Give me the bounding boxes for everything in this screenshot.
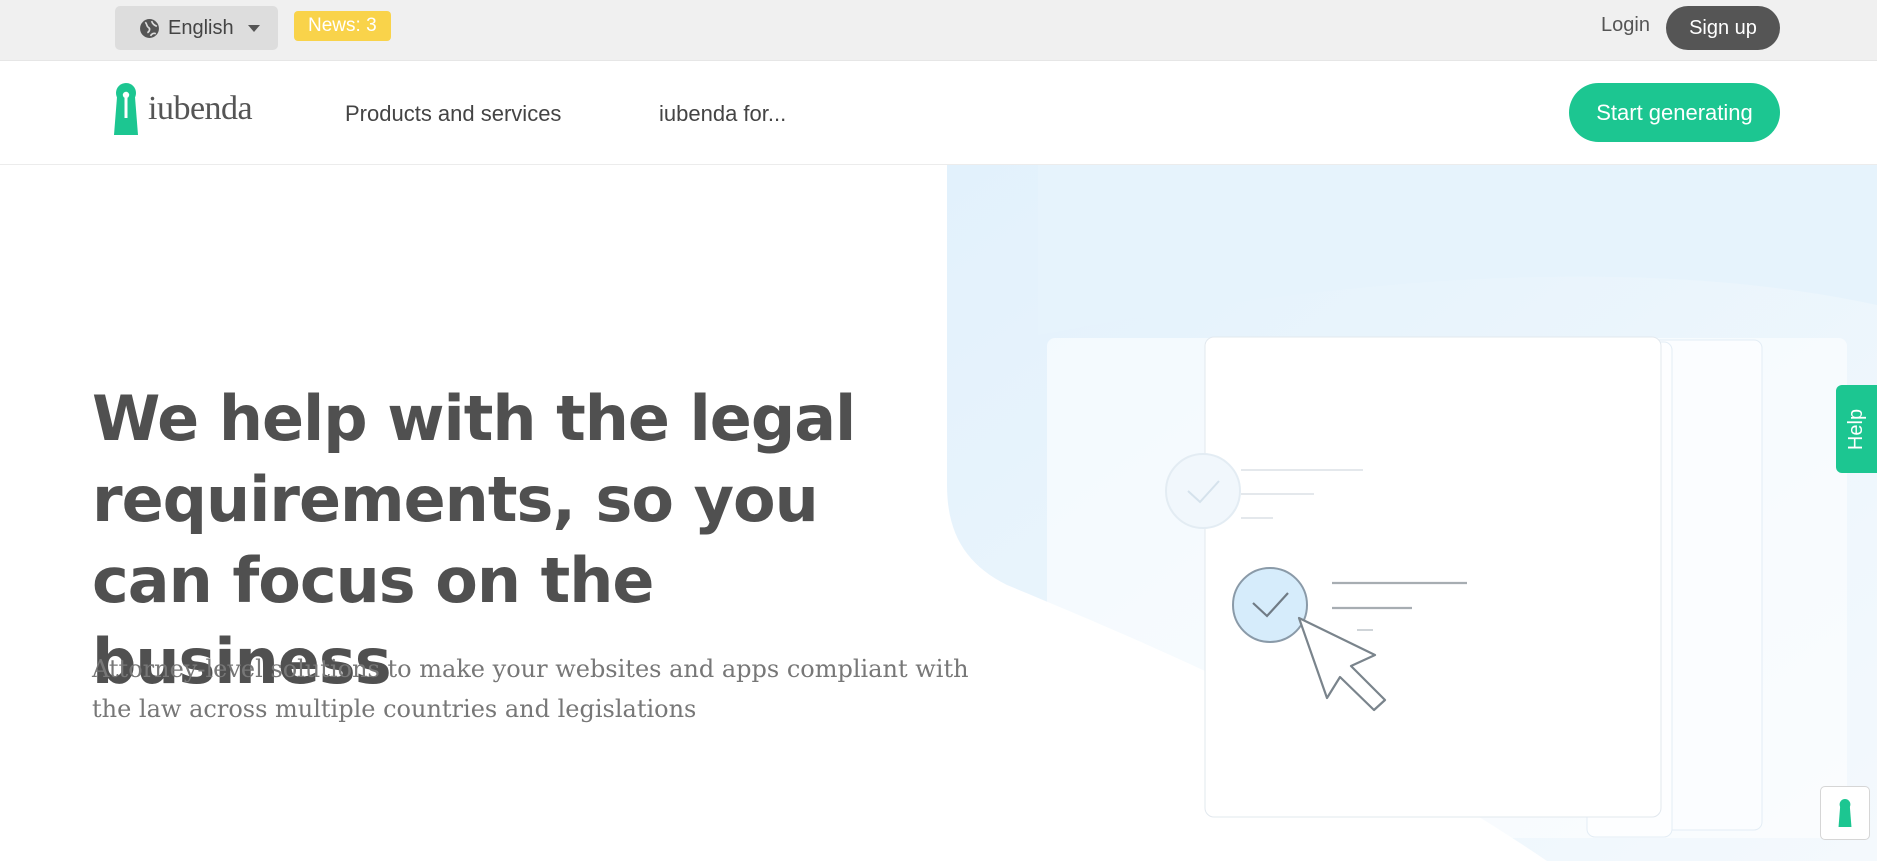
logo-text: iubenda — [148, 90, 253, 127]
globe-icon — [140, 18, 159, 38]
news-badge[interactable]: News: 3 — [294, 11, 391, 41]
help-tab[interactable]: Help — [1836, 385, 1877, 473]
login-link[interactable]: Login — [1601, 14, 1650, 37]
start-generating-button[interactable]: Start generating — [1569, 83, 1780, 142]
top-utility-bar: English News: 3 Login Sign up — [0, 0, 1877, 61]
nav-iubenda-for[interactable]: iubenda for... — [659, 101, 786, 127]
language-label: English — [168, 16, 234, 39]
main-navigation: iubenda Products and services iubenda fo… — [0, 61, 1877, 165]
signup-button[interactable]: Sign up — [1666, 6, 1780, 50]
logo[interactable]: iubenda — [114, 81, 253, 137]
chevron-down-icon — [247, 24, 260, 32]
iubenda-keyhole-logo-icon — [114, 83, 138, 135]
nav-products-and-services[interactable]: Products and services — [345, 101, 561, 127]
hero-illustration — [947, 165, 1877, 861]
help-tab-label: Help — [1845, 408, 1868, 450]
hero-subtitle: Attorney-level solutions to make your we… — [92, 655, 969, 723]
privacy-widget-button[interactable] — [1820, 786, 1870, 840]
iubenda-keyhole-icon — [1838, 799, 1852, 827]
language-selector[interactable]: English — [115, 6, 278, 50]
